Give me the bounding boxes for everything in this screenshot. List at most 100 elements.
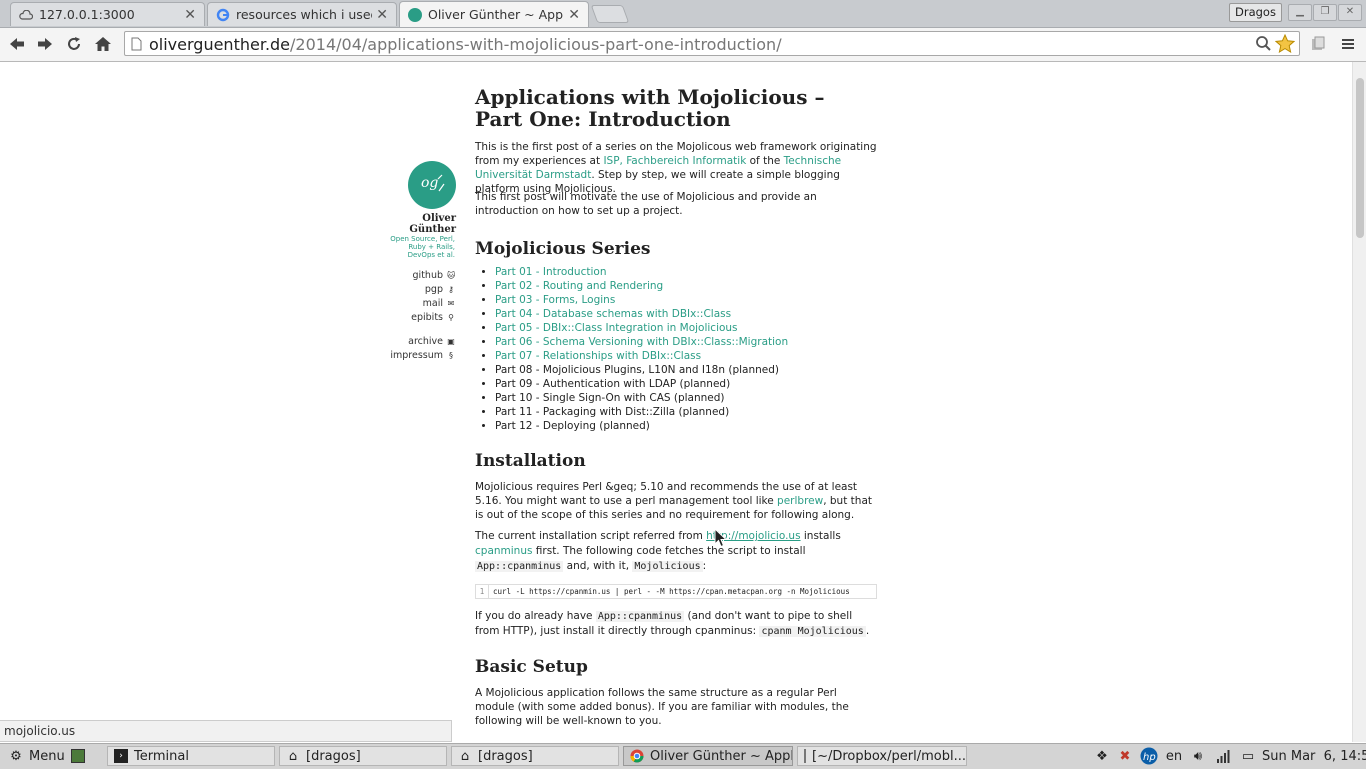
svg-text:hp: hp <box>1143 752 1156 763</box>
link-status-bubble: mojolicio.us <box>0 720 452 742</box>
clock[interactable]: Sun Mar 6, 14:52 <box>1262 748 1366 764</box>
tab-google[interactable]: resources which i used - ✕ <box>207 2 397 26</box>
intro-paragraph-1: This is the first post of a series on th… <box>475 141 877 195</box>
page-icon <box>131 36 142 55</box>
vertical-scrollbar[interactable] <box>1352 62 1366 742</box>
hamburger-menu-icon <box>1342 39 1354 49</box>
code-line-number: 1 <box>476 585 489 598</box>
address-bar[interactable]: oliverguenther.de/2014/04/applications-w… <box>124 31 1300 56</box>
hp-icon[interactable]: hp <box>1138 747 1160 765</box>
basic-setup-paragraph: A Mojolicious application follows the sa… <box>475 687 849 727</box>
tab-oliver-guenther[interactable]: Oliver Günther ~ Applica ✕ <box>399 1 589 27</box>
reload-icon <box>68 37 80 50</box>
article: Applications with Mojolicious – Part One… <box>475 86 877 736</box>
series-item-planned: Part 08 - Mojolicious Plugins, L10N and … <box>495 363 788 377</box>
series-item[interactable]: Part 02 - Routing and Rendering <box>495 279 788 293</box>
battery-icon[interactable]: ▭ <box>1238 748 1258 764</box>
svg-text:og: og <box>421 175 438 191</box>
series-item-planned: Part 10 - Single Sign-On with CAS (plann… <box>495 391 788 405</box>
forward-arrow-icon <box>38 38 52 50</box>
close-icon[interactable]: ✕ <box>376 7 388 23</box>
tab-localhost[interactable]: 127.0.0.1:3000 ✕ <box>10 2 205 26</box>
cloud-icon <box>19 8 33 22</box>
series-item[interactable]: Part 05 - DBIx::Class Integration in Moj… <box>495 321 788 335</box>
installation-heading: Installation <box>475 451 586 471</box>
keyboard-layout[interactable]: en <box>1164 748 1184 764</box>
tab-label: Oliver Günther ~ Applica <box>428 7 564 22</box>
sidebar-link-archive[interactable]: archive ▣ <box>408 336 455 347</box>
reload-button[interactable] <box>62 32 86 56</box>
terminal-icon: › <box>114 749 128 763</box>
browser-toolbar: oliverguenther.de/2014/04/applications-w… <box>0 28 1366 62</box>
home-icon <box>95 37 111 51</box>
series-item[interactable]: Part 06 - Schema Versioning with DBIx::C… <box>495 335 788 349</box>
profile-button[interactable]: Dragos <box>1229 3 1282 22</box>
sidebar-link-epibits[interactable]: epibits ⚲ <box>411 312 455 323</box>
site-logo[interactable]: og <box>408 161 456 209</box>
volume-icon[interactable]: 🔊︎ <box>1188 748 1208 764</box>
close-icon[interactable]: ✕ <box>568 7 580 23</box>
gear-icon: ⚙ <box>10 748 22 764</box>
taskbar-item-folder[interactable]: ⌂ [dragos] <box>279 746 447 766</box>
series-item[interactable]: Part 04 - Database schemas with DBIx::Cl… <box>495 307 788 321</box>
tab-label: resources which i used - <box>236 7 373 22</box>
window-close-button[interactable]: ✕ <box>1338 4 1362 21</box>
show-desktop-icon[interactable] <box>70 749 85 763</box>
editor-icon <box>804 749 806 763</box>
extension-button[interactable] <box>1306 32 1330 56</box>
sidebar-link-impressum[interactable]: impressum § <box>390 350 455 361</box>
chrome-menu-button[interactable] <box>1336 32 1360 56</box>
signal-icon[interactable] <box>1213 748 1233 764</box>
installation-paragraph-1: Mojolicious requires Perl &geq; 5.10 and… <box>475 481 872 521</box>
author-name[interactable]: Oliver Günther <box>380 213 456 235</box>
taskbar-item-editor[interactable]: [~/Dropbox/perl/mobl... <box>797 746 967 766</box>
home-folder-icon: ⌂ <box>460 748 470 764</box>
start-menu-button[interactable]: ⚙ Menu <box>3 746 98 766</box>
close-icon[interactable]: ✕ <box>184 7 196 23</box>
basic-setup-heading: Basic Setup <box>475 657 588 677</box>
mail-icon: ✉ <box>447 299 455 308</box>
series-item-planned: Part 12 - Deploying (planned) <box>495 419 788 433</box>
home-button[interactable] <box>91 32 115 56</box>
series-heading: Mojolicious Series <box>475 239 651 259</box>
bookmark-star-icon[interactable] <box>1274 33 1296 57</box>
back-button[interactable] <box>5 32 29 56</box>
sidebar-nav: github 🐱︎ pgp ⚷ mail ✉ epibits ⚲ archive ▣ im… <box>380 268 455 368</box>
isp-link[interactable]: ISP, Fachbereich Informatik <box>603 155 746 167</box>
forward-button[interactable] <box>33 32 57 56</box>
maximize-button[interactable]: ❐ <box>1313 4 1337 21</box>
sidebar-link-github[interactable]: github 🐱︎ <box>413 270 456 281</box>
article-title: Applications with Mojolicious – Part One… <box>475 85 825 131</box>
series-item[interactable]: Part 01 - Introduction <box>495 265 788 279</box>
tab-label: 127.0.0.1:3000 <box>39 7 135 22</box>
series-item-planned: Part 11 - Packaging with Dist::Zilla (pl… <box>495 405 788 419</box>
taskbar-item-terminal[interactable]: › Terminal <box>107 746 275 766</box>
taskbar-item-chrome[interactable]: Oliver Günther ~ Appli... <box>623 746 793 766</box>
minimize-button[interactable]: ▁ <box>1288 4 1312 21</box>
series-item[interactable]: Part 07 - Relationships with DBIx::Class <box>495 349 788 363</box>
installation-paragraph-3: If you do already have App::cpanminus (a… <box>475 610 870 637</box>
new-tab-button[interactable] <box>590 5 630 23</box>
archive-icon: ▣ <box>447 337 455 346</box>
dropbox-icon[interactable]: ❖ <box>1092 748 1112 764</box>
site-favicon <box>408 7 422 22</box>
mouse-cursor-icon <box>714 527 728 552</box>
cpanminus-link[interactable]: cpanminus <box>475 545 532 557</box>
author-tagline: Open Source, Perl, Ruby + Rails, DevOps … <box>390 235 455 259</box>
intro-paragraph-2: This first post will motivate the use of… <box>475 191 817 217</box>
section-icon: § <box>449 351 453 360</box>
installation-paragraph-2: The current installation script referred… <box>475 530 841 572</box>
perlbrew-link[interactable]: perlbrew <box>777 495 823 507</box>
sidebar-link-pgp[interactable]: pgp ⚷ <box>425 284 455 295</box>
blocked-icon[interactable]: ✖ <box>1116 748 1134 764</box>
zoom-search-icon[interactable] <box>1255 35 1272 56</box>
series-item[interactable]: Part 03 - Forms, Logins <box>495 293 788 307</box>
og-logo-icon: og <box>421 174 445 192</box>
scrollbar-thumb[interactable] <box>1356 78 1364 238</box>
extension-icon <box>1312 36 1325 50</box>
taskbar-item-folder[interactable]: ⌂ [dragos] <box>451 746 619 766</box>
code-block[interactable]: 1 curl -L https://cpanmin.us | perl - -M … <box>475 584 877 599</box>
sidebar-link-mail[interactable]: mail ✉ <box>423 298 455 309</box>
taskbar: ⚙ Menu › Terminal ⌂ [dragos] ⌂ [dragos] … <box>0 743 1366 769</box>
code-line: curl -L https://cpanmin.us | perl - -M h… <box>493 587 850 596</box>
